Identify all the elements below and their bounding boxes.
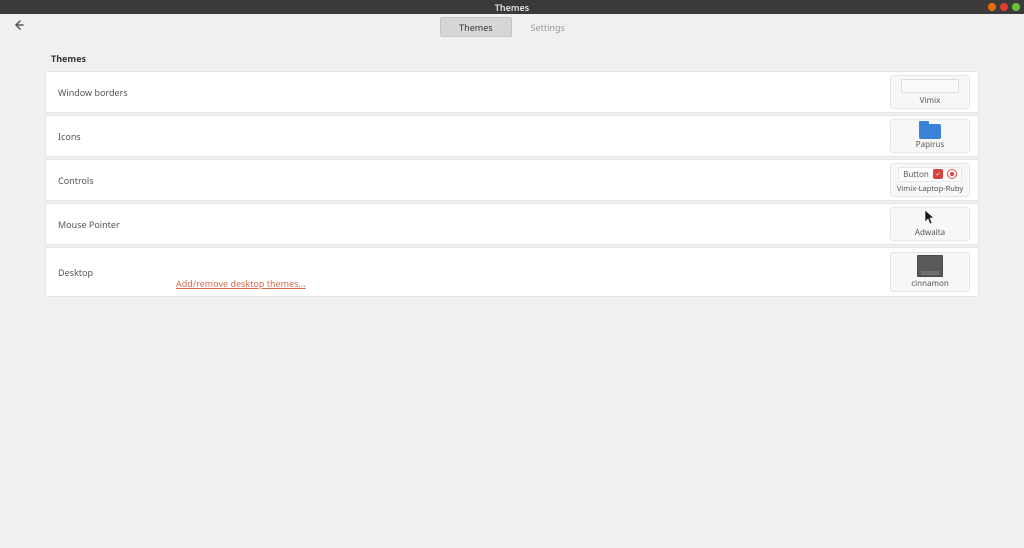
- theme-selector-desktop[interactable]: cinnamon: [890, 252, 970, 292]
- tab-settings[interactable]: Settings: [512, 17, 584, 37]
- content: Themes Window borders Vimix Icons Papiru…: [0, 38, 1024, 297]
- window-controls: [988, 0, 1020, 14]
- row-window-borders: Window borders Vimix: [45, 71, 979, 113]
- preview-window-borders: [891, 76, 969, 95]
- label-mouse-pointer: Mouse Pointer: [58, 218, 120, 231]
- section-title: Themes: [45, 38, 979, 71]
- titlebar: Themes: [0, 0, 1024, 14]
- label-window-borders: Window borders: [58, 86, 128, 99]
- folder-icon: [919, 121, 941, 139]
- row-controls: Controls Button ✓ Vimix-Laptop-Ruby: [45, 159, 979, 201]
- cursor-icon: [924, 209, 936, 225]
- checkbox-icon: ✓: [933, 169, 943, 179]
- maximize-icon[interactable]: [1000, 3, 1008, 11]
- desktop-preview-icon: [917, 255, 943, 277]
- value-controls: Vimix-Laptop-Ruby: [897, 184, 963, 194]
- theme-selector-icons[interactable]: Papirus: [890, 119, 970, 153]
- row-icons: Icons Papirus: [45, 115, 979, 157]
- preview-icons: [891, 120, 969, 139]
- preview-controls: Button ✓: [891, 164, 969, 184]
- row-mouse-pointer: Mouse Pointer Adwaita: [45, 203, 979, 245]
- theme-selector-mouse-pointer[interactable]: Adwaita: [890, 207, 970, 241]
- add-remove-themes-link[interactable]: Add/remove desktop themes...: [176, 277, 306, 290]
- preview-mouse-pointer: [891, 208, 969, 227]
- label-desktop: Desktop: [58, 266, 93, 279]
- tab-strip: Themes Settings: [440, 17, 584, 37]
- preview-desktop: [891, 253, 969, 278]
- value-mouse-pointer: Adwaita: [915, 227, 945, 238]
- tab-themes[interactable]: Themes: [440, 17, 511, 37]
- theme-selector-controls[interactable]: Button ✓ Vimix-Laptop-Ruby: [890, 163, 970, 197]
- value-icons: Papirus: [916, 139, 944, 150]
- radio-icon: [947, 169, 957, 179]
- window-frame-icon: [901, 79, 959, 93]
- label-controls: Controls: [58, 174, 94, 187]
- toolbar: Themes Settings: [0, 14, 1024, 38]
- row-desktop: Desktop Add/remove desktop themes... cin…: [45, 247, 979, 297]
- back-button[interactable]: [12, 18, 26, 32]
- window-title: Themes: [495, 1, 529, 14]
- sample-button-label: Button: [903, 169, 929, 180]
- back-arrow-icon: [13, 19, 25, 31]
- value-window-borders: Vimix: [920, 95, 941, 106]
- controls-sample-icon: Button ✓: [898, 167, 962, 182]
- label-icons: Icons: [58, 130, 81, 143]
- minimize-icon[interactable]: [988, 3, 996, 11]
- close-icon[interactable]: [1012, 3, 1020, 11]
- value-desktop: cinnamon: [911, 278, 949, 289]
- theme-selector-window-borders[interactable]: Vimix: [890, 75, 970, 109]
